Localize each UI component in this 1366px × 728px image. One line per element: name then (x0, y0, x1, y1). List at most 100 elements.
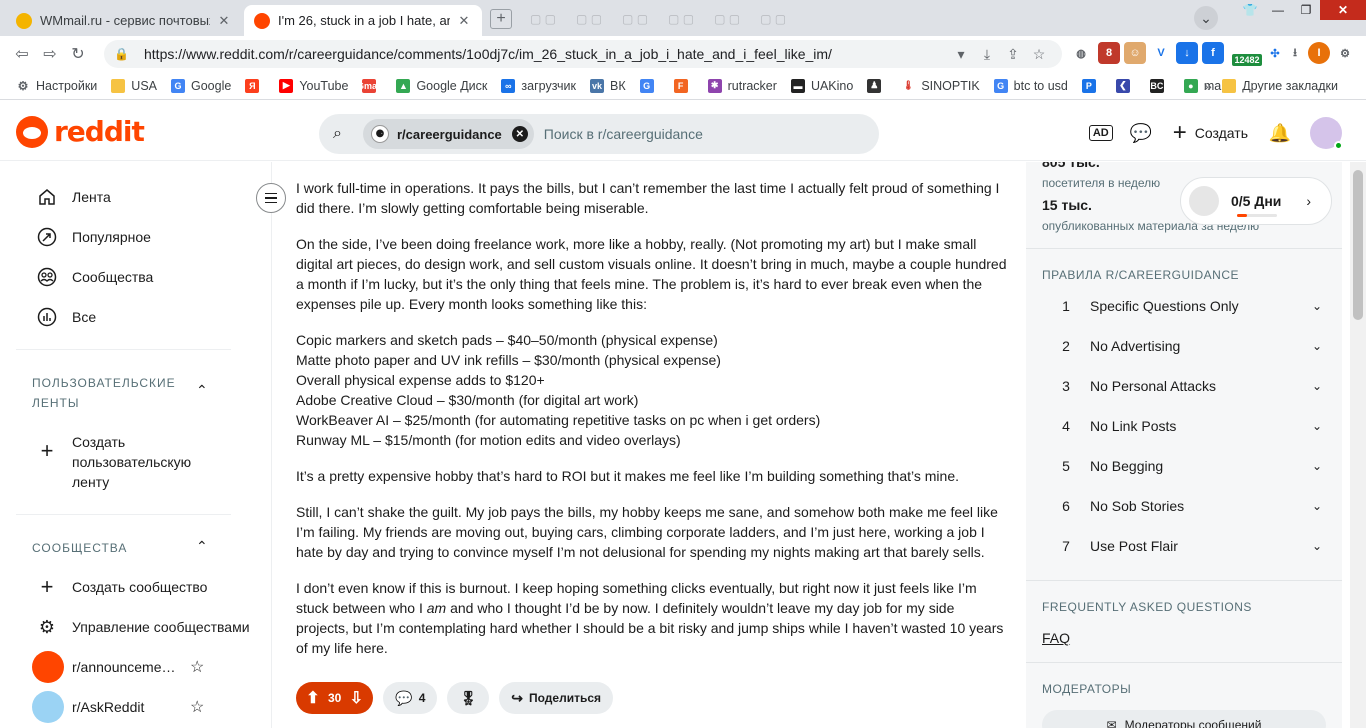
bookmark-item[interactable]: ⚙ Настройки (16, 79, 98, 93)
chevron-up-icon[interactable]: ⌃ (196, 538, 208, 555)
bookmark-item[interactable]: F (673, 78, 694, 93)
create-custom-feed[interactable]: + Создать пользовательскую ленту (16, 432, 254, 492)
shield-extension-icon[interactable]: 8 (1098, 42, 1120, 64)
nav-popular[interactable]: Популярное (16, 217, 254, 257)
bookmark-item[interactable]: 🌡 SINOPTIK (901, 78, 980, 93)
puzzle-extensions-icon[interactable]: ✣ (1264, 42, 1286, 64)
bookmark-item[interactable]: ▬ UAKino (790, 78, 853, 93)
bookmark-item[interactable]: BC (1149, 78, 1170, 93)
downloads-icon[interactable]: ⭳ (1284, 42, 1306, 64)
user-avatar[interactable] (1310, 117, 1343, 150)
tab-placeholder[interactable]: ▢ ▢ (576, 12, 602, 26)
other-bookmarks[interactable]: Другие закладки (1222, 72, 1338, 99)
close-window-button[interactable]: ✕ (1320, 0, 1366, 20)
fb-extension-icon[interactable]: f (1202, 42, 1224, 64)
profile-shirt-icon[interactable]: 👕 (1236, 0, 1264, 20)
tab-placeholder[interactable]: ▢ ▢ (714, 12, 740, 26)
rule-item[interactable]: 2 No Advertising ⌄ (1042, 326, 1332, 366)
nav-communities[interactable]: Сообщества (16, 257, 254, 297)
maximize-button[interactable]: ❐ (1292, 0, 1320, 20)
bookmark-star-icon[interactable]: ☆ (1026, 46, 1052, 63)
sidebar-toggle-menu-icon[interactable] (256, 183, 286, 213)
download-extension-icon[interactable]: ↓ (1176, 42, 1198, 64)
rule-item[interactable]: 5 No Begging ⌄ (1042, 446, 1332, 486)
globe-extension-icon[interactable]: ◍ (1070, 42, 1092, 64)
reload-icon[interactable]: ↻ (64, 40, 92, 68)
rule-item[interactable]: 1 Specific Questions Only ⌄ (1042, 286, 1332, 326)
chat-icon[interactable]: 💬 (1121, 113, 1161, 153)
advertise-icon[interactable]: AD (1081, 113, 1121, 153)
bookmark-item[interactable]: ∞ загрузчик (501, 78, 576, 93)
close-tab-icon[interactable]: ✕ (456, 13, 472, 29)
face-extension-icon[interactable]: ☺ (1124, 42, 1146, 64)
back-arrow-icon[interactable]: ⇦ (8, 40, 36, 68)
nav-home[interactable]: Лента (16, 177, 254, 217)
rule-item[interactable]: 3 No Personal Attacks ⌄ (1042, 366, 1332, 406)
install-icon[interactable]: ⤓ (974, 46, 1000, 63)
bookmark-item[interactable]: ▶ YouTube (279, 78, 348, 93)
bookmark-item[interactable]: G Google (171, 78, 231, 93)
tab-placeholder[interactable]: ▢ ▢ (668, 12, 694, 26)
bookmark-item[interactable]: P (1081, 78, 1102, 93)
minimize-button[interactable]: — (1264, 0, 1292, 20)
share-icon[interactable]: ⇪ (1000, 46, 1026, 63)
settings-gear-icon[interactable]: ⚙ (1334, 42, 1356, 64)
sidebar-sub-announcements[interactable]: r/announceme… (16, 647, 254, 687)
bitcoin-price-badge[interactable]: 12482 (1232, 54, 1262, 66)
bookmarks-more-button[interactable]: » (1204, 72, 1212, 99)
chevron-up-icon[interactable]: ⌃ (196, 382, 208, 399)
bookmark-item[interactable]: Gmail (357, 78, 382, 93)
tab-placeholder[interactable]: ▢ ▢ (530, 12, 556, 26)
page-scrollbar[interactable] (1350, 162, 1366, 728)
tab-placeholder[interactable]: ▢ ▢ (622, 12, 648, 26)
scrollbar-thumb[interactable] (1353, 170, 1363, 320)
close-tab-icon[interactable]: ✕ (216, 13, 232, 29)
remove-chip-icon[interactable]: ✕ (511, 126, 528, 142)
bookmark-item[interactable]: USA (111, 78, 157, 93)
bell-icon[interactable]: 🔔 (1260, 113, 1300, 153)
bookmark-item[interactable]: Я (245, 78, 265, 93)
manage-communities[interactable]: ⚙ Управление сообществами (16, 607, 254, 647)
bookmark-item[interactable]: ❮ (1115, 78, 1136, 93)
search-input[interactable]: Поиск в r/careerguidance (544, 126, 703, 142)
profile-avatar-icon[interactable]: I (1308, 42, 1330, 64)
sidebar-sub-askreddit[interactable]: r/AskReddit (16, 687, 254, 727)
rule-item[interactable]: 4 No Link Posts ⌄ (1042, 406, 1332, 446)
address-bar[interactable]: 🔒 https://www.reddit.com/r/careerguidanc… (104, 40, 1062, 68)
bookmark-item[interactable]: ♟ (867, 78, 887, 93)
rule-item[interactable]: 7 Use Post Flair ⌄ (1042, 526, 1332, 566)
comments-button[interactable]: 💬 4 (383, 682, 438, 714)
browser-tab-active[interactable]: I'm 26, stuck in a job I hate, and I f ✕ (244, 5, 482, 36)
rule-item[interactable]: 6 No Sob Stories ⌄ (1042, 486, 1332, 526)
streak-widget[interactable]: 0/5 Дни › (1180, 177, 1332, 225)
upvote-arrow-icon[interactable]: ⬆ (302, 688, 324, 708)
create-community[interactable]: + Создать сообщество (16, 567, 254, 607)
new-tab-button[interactable]: + (490, 9, 512, 29)
award-button[interactable]: 🎖 (447, 682, 490, 714)
bookmark-item[interactable]: G (639, 78, 660, 93)
bookmark-item[interactable]: ▲ Google Диск (396, 78, 487, 93)
forward-arrow-icon[interactable]: ⇨ (36, 40, 64, 68)
search-bar[interactable]: ⌕ ⚈ r/careerguidance ✕ Поиск в r/careerg… (319, 114, 879, 154)
favorite-star-icon[interactable]: ☆ (190, 697, 204, 717)
dropdown-arrow-icon[interactable]: ▾ (948, 46, 974, 63)
custom-feeds-header[interactable]: ПОЛЬЗОВАТЕЛЬСКИЕ ЛЕНТЫ (32, 373, 182, 413)
browser-tab[interactable]: WMmail.ru - сервис почтовых рас ✕ (6, 5, 242, 36)
faq-link[interactable]: FAQ (1042, 630, 1070, 646)
nav-all[interactable]: Все (16, 297, 254, 337)
reddit-logo[interactable]: reddit (16, 115, 145, 148)
community-chip[interactable]: ⚈ r/careerguidance ✕ (363, 119, 534, 149)
tab-search-chevron-icon[interactable]: ⌄ (1194, 6, 1218, 30)
bookmark-item[interactable]: ✱ rutracker (707, 78, 777, 93)
downvote-arrow-icon[interactable]: ⇩ (345, 688, 367, 708)
tab-placeholder[interactable]: ▢ ▢ (760, 12, 786, 26)
favorite-star-icon[interactable]: ☆ (190, 657, 204, 677)
bookmark-item[interactable]: vk ВК (589, 78, 626, 93)
communities-header[interactable]: СООБЩЕСТВА (32, 538, 182, 558)
bookmark-item[interactable]: Gbtc to usd (993, 78, 1068, 93)
message-mods-button[interactable]: ✉ Модераторы сообщений (1042, 710, 1326, 728)
v-extension-icon[interactable]: V (1150, 42, 1172, 64)
url-text[interactable]: https://www.reddit.com/r/careerguidance/… (144, 46, 948, 62)
share-button[interactable]: ↪ Поделиться (499, 682, 614, 714)
create-post-button[interactable]: + Создать (1165, 113, 1256, 153)
